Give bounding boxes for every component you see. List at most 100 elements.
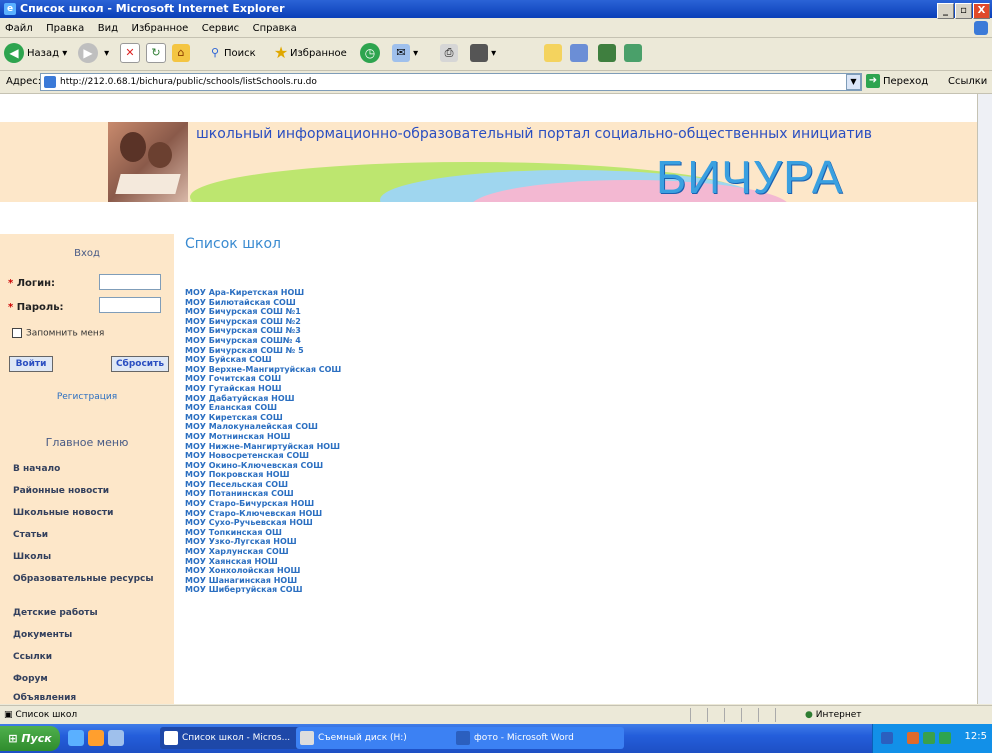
- mail-button[interactable]: ✉ ▾: [392, 42, 418, 66]
- school-link[interactable]: МОУ Бичурская СОШ № 5: [185, 346, 341, 356]
- school-link[interactable]: МОУ Потанинская СОШ: [185, 489, 341, 499]
- login-input[interactable]: [99, 274, 161, 290]
- language-icon[interactable]: [881, 732, 893, 744]
- menu-view[interactable]: Вид: [98, 23, 118, 34]
- page-title: Список школ: [185, 236, 281, 252]
- menu-item-home[interactable]: В начало: [13, 463, 163, 475]
- task-ie-window[interactable]: Список школ - Micros...: [160, 727, 312, 749]
- menu-item-school-news[interactable]: Школьные новости: [13, 507, 163, 519]
- menu-item-documents[interactable]: Документы: [13, 629, 163, 641]
- school-link[interactable]: МОУ Хаянская НОШ: [185, 557, 341, 567]
- forward-button[interactable]: ▶ ▾: [78, 42, 109, 66]
- history-button[interactable]: ◷: [360, 42, 383, 66]
- school-link[interactable]: МОУ Малокуналейская СОШ: [185, 422, 341, 432]
- quicklaunch-desktop-icon[interactable]: [108, 730, 124, 746]
- refresh-button[interactable]: ↻: [146, 42, 166, 66]
- register-link[interactable]: Регистрация: [5, 392, 169, 402]
- school-link[interactable]: МОУ Окино-Ключевская СОШ: [185, 461, 341, 471]
- maximize-button[interactable]: ▫: [955, 3, 972, 19]
- school-link[interactable]: МОУ Песельская СОШ: [185, 480, 341, 490]
- close-button[interactable]: X: [973, 3, 990, 19]
- menu-item-district-news[interactable]: Районные новости: [13, 485, 163, 497]
- search-button[interactable]: ⚲ Поиск: [206, 42, 256, 66]
- login-title: Вход: [74, 248, 100, 259]
- menu-help[interactable]: Справка: [253, 23, 297, 34]
- task-word-document[interactable]: фото - Microsoft Word: [452, 727, 624, 749]
- go-label: Переход: [883, 76, 929, 87]
- network-icon[interactable]: [923, 732, 935, 744]
- school-link[interactable]: МОУ Сухо-Ручьевская НОШ: [185, 518, 341, 528]
- school-link[interactable]: МОУ Мотнинская НОШ: [185, 432, 341, 442]
- school-link[interactable]: МОУ Верхне-Мангиртуйская СОШ: [185, 365, 341, 375]
- address-input[interactable]: http://212.0.68.1/bichura/public/schools…: [40, 73, 862, 91]
- school-link[interactable]: МОУ Шибертуйская СОШ: [185, 585, 341, 595]
- school-link[interactable]: МОУ Еланская СОШ: [185, 403, 341, 413]
- school-link[interactable]: МОУ Гутайская НОШ: [185, 384, 341, 394]
- remember-me-checkbox[interactable]: Запомнить меня: [12, 328, 104, 339]
- quicklaunch-media-icon[interactable]: [88, 730, 104, 746]
- site-logo[interactable]: БИЧУРА: [656, 150, 843, 202]
- messenger-button[interactable]: [570, 42, 588, 66]
- school-link[interactable]: МОУ Старо-Бичурская НОШ: [185, 499, 341, 509]
- menu-tools[interactable]: Сервис: [202, 23, 239, 34]
- research-button[interactable]: [598, 42, 616, 66]
- edit-button[interactable]: ▾: [470, 42, 496, 66]
- print-button[interactable]: ⎙: [440, 42, 458, 66]
- favorites-button[interactable]: ★ Избранное: [272, 42, 347, 66]
- menu-item-forum[interactable]: Форум: [13, 673, 163, 685]
- volume-icon[interactable]: [939, 732, 951, 744]
- school-link[interactable]: МОУ Топкинская ОШ: [185, 528, 341, 538]
- school-link[interactable]: МОУ Хонхолойская НОШ: [185, 566, 341, 576]
- school-link[interactable]: МОУ Киретская СОШ: [185, 413, 341, 423]
- start-button[interactable]: ⊞ Пуск: [0, 726, 60, 751]
- school-link[interactable]: МОУ Новосретенская СОШ: [185, 451, 341, 461]
- menu-item-schools[interactable]: Школы: [13, 551, 163, 563]
- stop-button[interactable]: ✕: [120, 42, 140, 66]
- go-button[interactable]: ➜ Переход: [866, 74, 928, 90]
- menu-item-edu-resources[interactable]: Образовательные ресурсы: [13, 573, 163, 585]
- menu-bar: Файл Правка Вид Избранное Сервис Справка: [0, 19, 992, 38]
- school-link[interactable]: МОУ Харлунская СОШ: [185, 547, 341, 557]
- reset-button[interactable]: Сбросить: [111, 356, 169, 372]
- login-button[interactable]: Войти: [9, 356, 53, 372]
- folder-button[interactable]: [544, 42, 562, 66]
- password-input[interactable]: [99, 297, 161, 313]
- task-removable-disk[interactable]: Съемный диск (H:): [296, 727, 468, 749]
- menu-item-announcements[interactable]: Объявления: [13, 692, 163, 704]
- discuss-button[interactable]: [624, 42, 642, 66]
- window-title-bar[interactable]: e Список школ - Microsoft Internet Explor…: [0, 0, 992, 19]
- ie-logo-icon: e: [4, 3, 16, 15]
- school-link[interactable]: МОУ Бичурская СОШ №2: [185, 317, 341, 327]
- quicklaunch-ie-icon[interactable]: [68, 730, 84, 746]
- school-link[interactable]: МОУ Покровская НОШ: [185, 470, 341, 480]
- windows-flag-icon: ⊞: [8, 732, 18, 745]
- start-label: Пуск: [21, 732, 52, 745]
- address-dropdown-icon[interactable]: ▼: [846, 74, 861, 90]
- school-link[interactable]: МОУ Бичурская СОШ№ 4: [185, 336, 341, 346]
- school-link[interactable]: МОУ Гочитская СОШ: [185, 374, 341, 384]
- links-button[interactable]: Ссылки: [948, 74, 987, 90]
- school-link[interactable]: МОУ Узко-Лугская НОШ: [185, 537, 341, 547]
- menu-file[interactable]: Файл: [5, 23, 33, 34]
- menu-item-kids-works[interactable]: Детские работы: [13, 607, 163, 619]
- back-button[interactable]: ◀ Назад ▾: [4, 42, 67, 66]
- school-link[interactable]: МОУ Ара-Киретская НОШ: [185, 288, 341, 298]
- school-link[interactable]: МОУ Билютайская СОШ: [185, 298, 341, 308]
- menu-item-links[interactable]: Ссылки: [13, 651, 163, 663]
- school-link[interactable]: МОУ Буйская СОШ: [185, 355, 341, 365]
- menu-favorites[interactable]: Избранное: [131, 23, 188, 34]
- menu-item-articles[interactable]: Статьи: [13, 529, 163, 541]
- home-button[interactable]: ⌂: [172, 42, 190, 66]
- school-link[interactable]: МОУ Дабатуйская НОШ: [185, 394, 341, 404]
- sidebar: Вход * Логин: * Пароль: Запомнить меня В…: [0, 234, 174, 704]
- clock[interactable]: 12:5: [965, 731, 987, 742]
- minimize-button[interactable]: _: [937, 3, 954, 19]
- school-link[interactable]: МОУ Бичурская СОШ №3: [185, 326, 341, 336]
- school-link[interactable]: МОУ Бичурская СОШ №1: [185, 307, 341, 317]
- school-link[interactable]: МОУ Шанагинская НОШ: [185, 576, 341, 586]
- tray-app-icon[interactable]: [907, 732, 919, 744]
- vertical-scrollbar[interactable]: [977, 94, 992, 704]
- menu-edit[interactable]: Правка: [46, 23, 84, 34]
- school-link[interactable]: МОУ Нижне-Мангиртуйская НОШ: [185, 442, 341, 452]
- school-link[interactable]: МОУ Старо-Ключевская НОШ: [185, 509, 341, 519]
